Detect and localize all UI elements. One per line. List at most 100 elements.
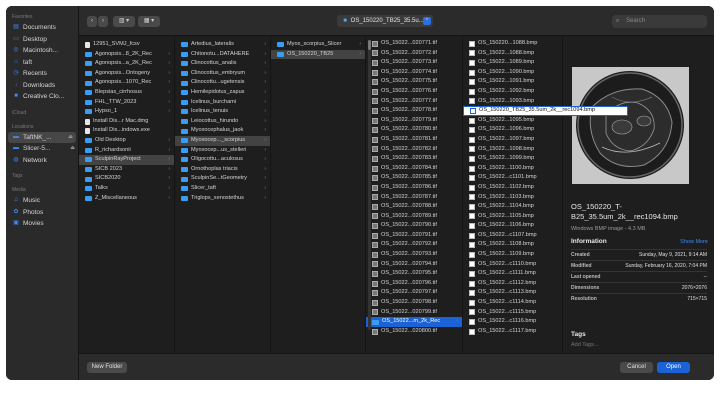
sidebar-item[interactable]: ✿ Photos xyxy=(6,207,78,219)
list-item[interactable]: OS_15022...020788.tif xyxy=(366,202,462,212)
list-item[interactable]: Artedius_lateralis › xyxy=(175,40,270,50)
list-item[interactable]: OS_15022...c1114.bmp xyxy=(463,298,562,308)
list-item[interactable]: Install Dis...r Mac.dmg xyxy=(79,117,174,127)
list-item[interactable]: OS_15022...1105.bmp xyxy=(463,212,562,222)
list-item[interactable]: OS_15022...020783.tif xyxy=(366,154,462,164)
list-item[interactable]: OS_15022...1108.bmp xyxy=(463,240,562,250)
list-item[interactable]: Z_Miscellaneous › xyxy=(79,194,174,204)
list-item[interactable]: OS_15022...020782.tif xyxy=(366,145,462,155)
list-item[interactable]: Myox_scorpius_Slicer › xyxy=(271,40,365,50)
list-item[interactable]: OS_15022...1095.bmp xyxy=(463,116,562,126)
list-item[interactable]: OS_15022...020789.tif xyxy=(366,212,462,222)
show-more-link[interactable]: Show More xyxy=(680,239,708,245)
list-item[interactable]: OS_15022...020787.tif xyxy=(366,193,462,203)
list-item[interactable]: OS_15022...020793.tif xyxy=(366,250,462,260)
list-item[interactable]: OS_15022...020798.tif xyxy=(366,298,462,308)
list-item[interactable]: OS_15022...020784.tif xyxy=(366,164,462,174)
list-item[interactable]: OS_15022...1099.bmp xyxy=(463,154,562,164)
list-item[interactable]: Agonopsis...1070_Rec › xyxy=(79,78,174,88)
list-item[interactable]: OS_15022...m_2k_Rec › xyxy=(366,317,462,327)
group-mode-button[interactable]: ▦ ▾ xyxy=(138,16,160,27)
search-field[interactable]: ⌕ Search xyxy=(612,15,707,28)
scroll-thumb[interactable] xyxy=(368,40,371,50)
list-item[interactable]: OS_15022...020800.tif xyxy=(366,327,462,337)
list-item[interactable]: OS_15022...1092.bmp xyxy=(463,87,562,97)
list-item[interactable]: OS_15022...020776.tif xyxy=(366,87,462,97)
list-item[interactable]: OS_15022...020774.tif xyxy=(366,68,462,78)
list-item[interactable]: Oligocottu...aculosus › xyxy=(175,155,270,165)
list-item[interactable]: OS_15022...1104.bmp xyxy=(463,202,562,212)
list-item[interactable]: OS_15022...1102.bmp xyxy=(463,183,562,193)
list-item[interactable]: OS_15022...020781.tif xyxy=(366,135,462,145)
list-item[interactable]: R_richardsonii › xyxy=(79,146,174,156)
list-item[interactable]: Slicer_taft › xyxy=(175,184,270,194)
sidebar-item[interactable]: ↓ Downloads xyxy=(6,80,78,92)
list-item[interactable]: OS_15022...020792.tif xyxy=(366,240,462,250)
new-folder-button[interactable]: New Folder xyxy=(87,362,127,373)
list-item[interactable]: OS_15022...020790.tif xyxy=(366,221,462,231)
list-item[interactable]: OS_15022...1093.bmp xyxy=(463,97,562,107)
list-item[interactable]: OS_15022...020777.tif xyxy=(366,97,462,107)
list-item[interactable]: OS_15022...020785.tif xyxy=(366,173,462,183)
sidebar-item[interactable]: ■ Creative Clo... xyxy=(6,91,78,103)
list-item[interactable]: OS_15022...020775.tif xyxy=(366,77,462,87)
list-item[interactable]: OS_150220_TB25_35.5um_2k__rec1094.bmp xyxy=(463,106,628,116)
list-item[interactable]: Icelinus_tenuis › xyxy=(175,107,270,117)
list-item[interactable]: OS_15022...020771.tif xyxy=(366,39,462,49)
list-item[interactable]: SICB 2023 › xyxy=(79,165,174,175)
list-item[interactable]: OS_15022...1109.bmp xyxy=(463,250,562,260)
sidebar-item[interactable]: ▭ Desktop xyxy=(6,34,78,46)
list-item[interactable]: OS_15022...1100.bmp xyxy=(463,164,562,174)
list-item[interactable]: OS_15022...020794.tif xyxy=(366,260,462,270)
list-item[interactable]: OS_15022...020791.tif xyxy=(366,231,462,241)
list-item[interactable]: OS_15022...020795.tif xyxy=(366,269,462,279)
list-item[interactable]: OS_15022...c1117.bmp xyxy=(463,327,562,337)
list-item[interactable]: Leiocottus_hirundo › xyxy=(175,117,270,127)
view-mode-button[interactable]: ▥ ▾ xyxy=(113,16,135,27)
list-item[interactable]: SculpinRayProject › xyxy=(79,155,174,165)
list-item[interactable]: Install Dis...indows.exe xyxy=(79,126,174,136)
list-item[interactable]: Talks › xyxy=(79,184,174,194)
list-item[interactable]: OS_15022...1090.bmp xyxy=(463,68,562,78)
list-item[interactable]: SICB2020 › xyxy=(79,174,174,184)
list-item[interactable]: Myoxocephalus_jaok › xyxy=(175,126,270,136)
list-item[interactable]: OS_15022...1096.bmp xyxy=(463,125,562,135)
list-item[interactable]: OS_15022...020796.tif xyxy=(366,279,462,289)
list-item[interactable]: OS_15022...020773.tif xyxy=(366,58,462,68)
list-item[interactable]: OS_15022...020799.tif xyxy=(366,308,462,318)
list-item[interactable]: OS_15022...1097.bmp xyxy=(463,135,562,145)
list-item[interactable]: OS_15022...020780.tif xyxy=(366,125,462,135)
list-item[interactable]: OS_15022...1091.bmp xyxy=(463,77,562,87)
list-item[interactable]: OS_15022...020778.tif xyxy=(366,106,462,116)
list-item[interactable]: Icelinus_burchami › xyxy=(175,98,270,108)
sidebar-item[interactable]: ◍ Network xyxy=(6,155,78,167)
add-tags-field[interactable]: Add Tags... xyxy=(571,342,598,348)
list-item[interactable]: Myoxocep...us_stelleri › xyxy=(175,146,270,156)
back-button[interactable]: ‹ xyxy=(87,16,97,27)
list-item[interactable]: OS_15022...c1111.bmp xyxy=(463,269,562,279)
list-item[interactable]: Clinocottu...ugetensis › xyxy=(175,78,270,88)
list-item[interactable]: OS_15022...1106.bmp xyxy=(463,221,562,231)
column-4-scrollbar[interactable] xyxy=(368,40,371,330)
list-item[interactable]: OS_15022...020797.tif xyxy=(366,288,462,298)
list-item[interactable]: Chitonotu...DATAHERE › xyxy=(175,50,270,60)
list-item[interactable]: OS_15022...c1101.bmp xyxy=(463,173,562,183)
list-item[interactable]: 12951_SVMJ_fcsv xyxy=(79,40,174,50)
sidebar-item[interactable]: ⌂ taft xyxy=(6,57,78,69)
cancel-button[interactable]: Cancel xyxy=(620,362,653,373)
list-item[interactable]: Agonopsis...8_2K_Rec › xyxy=(79,50,174,60)
list-item[interactable]: OS_15022...1103.bmp xyxy=(463,193,562,203)
list-item[interactable]: Blepsias_cirrhosus › xyxy=(79,88,174,98)
list-item[interactable]: OS_15022...c1107.bmp xyxy=(463,231,562,241)
list-item[interactable]: OS_15022...020786.tif xyxy=(366,183,462,193)
eject-icon[interactable]: ⏏ xyxy=(68,132,73,144)
list-item[interactable]: Clinocottus_analis › xyxy=(175,59,270,69)
sidebar-item[interactable]: ▬ TaftNK_... ⏏ xyxy=(8,131,76,144)
sidebar-item[interactable]: ▤ Documents xyxy=(6,22,78,34)
sidebar-item[interactable]: ▣ Movies xyxy=(6,218,78,230)
list-item[interactable]: Hemilepidotus_zapus › xyxy=(175,88,270,98)
list-item[interactable]: OS_15022...1089.bmp xyxy=(463,58,562,68)
list-item[interactable]: OS_15022...c1116.bmp xyxy=(463,317,562,327)
list-item[interactable]: OS_15022...1088.bmp xyxy=(463,49,562,59)
list-item[interactable]: Agonopsis...a_2K_Rec › xyxy=(79,59,174,69)
